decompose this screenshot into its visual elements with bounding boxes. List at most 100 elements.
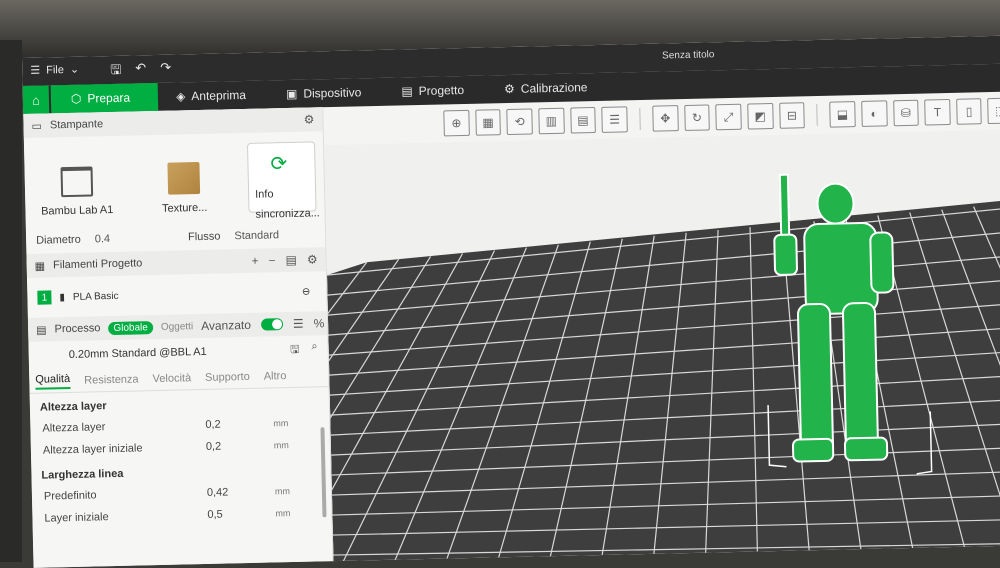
home-icon: ⌂ [31,92,41,108]
move-icon[interactable]: ✥ [652,105,679,132]
preset-name: 0.20mm Standard @BBL A1 [68,345,207,362]
hamburger-icon: ☰ [30,64,41,77]
text-icon[interactable]: T [924,98,951,126]
filament-number: 1 [37,290,52,305]
save-icon[interactable]: 🖫 [110,61,122,83]
param-value-input[interactable]: 0,5 [207,509,223,521]
filament-item[interactable]: 1 ▮ PLA Basic ⊖ [27,271,327,318]
list-icon[interactable]: ☰ [293,317,304,331]
search-icon[interactable]: ⌕ [311,340,318,359]
param-value-input[interactable]: 0,2 [205,419,221,431]
build-plate-scene [324,173,1000,566]
sidebar: ▭ Stampante ⚙ Bambu Lab A1 Texture... ⟳ … [23,107,334,568]
project-icon: ▤ [401,84,413,99]
tab-progetto[interactable]: ▤ Progetto [383,75,486,105]
param-label: Altezza layer iniziale [42,442,143,457]
diameter-select[interactable]: 0.4 [95,233,111,245]
tab-label: Dispositivo [303,85,362,101]
plate-label: Texture... [161,201,208,215]
save-preset-icon[interactable]: 🖫 [290,340,300,359]
grid-line [334,559,1000,565]
tab-anteprima[interactable]: ◈ Anteprima [158,80,269,110]
param-unit: mm [274,486,291,497]
tab-label: Progetto [418,82,465,99]
plate-card[interactable]: Texture... [140,143,229,215]
subtab-resistenza[interactable]: Resistenza [84,373,139,386]
calibration-icon: ⚙ [503,81,515,97]
advanced-switch[interactable] [260,318,284,331]
redo-icon[interactable]: ↷ [160,60,171,82]
3d-viewport[interactable] [324,129,1000,566]
filament-edit-icon[interactable]: ⊖ [302,286,311,297]
paint-support-icon[interactable]: ⬓ [829,101,856,128]
process-icon: ▤ [36,324,47,337]
home-button[interactable]: ⌂ [22,85,50,114]
cut-icon[interactable]: ⊟ [778,102,805,129]
sync-label-2: sincronizza... [255,207,320,221]
filament-name: PLA Basic [72,290,119,303]
file-menu-label: File [46,63,65,76]
rotate-icon[interactable]: ↻ [683,104,711,131]
toolbar-divider [816,103,818,126]
flow-label: Flusso [187,230,221,244]
tab-calibrazione[interactable]: ⚙ Calibrazione [486,73,610,104]
sync-icon: ⟳ [270,153,288,176]
subtab-supporto[interactable]: Supporto [205,370,250,383]
printer-section-title: Stampante [49,118,104,132]
printer-model-icon [60,166,93,198]
advanced-label: Avanzato [200,317,252,334]
auto-orient-icon[interactable]: ⟲ [506,108,533,136]
chevron-down-icon: ⌄ [69,63,80,76]
process-section-title: Processo [54,322,101,336]
param-label: Layer iniziale [44,511,109,525]
param-value-input[interactable]: 0,2 [206,441,222,453]
sync-label-1: Info [255,188,274,201]
toolbar-divider [639,107,641,131]
global-toggle[interactable]: Globale [108,320,154,335]
split-icon[interactable]: ▤ [569,107,597,134]
add-plate-icon[interactable]: ▦ [474,109,502,136]
param-value-input[interactable]: 0,42 [207,486,229,498]
tab-label: Calibrazione [520,80,588,96]
compare-icon[interactable]: % [314,316,325,330]
color-paint-icon[interactable]: ⛁ [892,99,919,127]
filament-type-icon: ▮ [59,291,66,303]
flow-select[interactable]: Standard [234,229,279,242]
sync-filament-icon[interactable]: ▤ [285,253,297,267]
arrange-icon[interactable]: ▥ [538,107,565,135]
app-window: ☰ File ⌄ 🖫 ↶ ↷ Senza titolo ⌂ ⬡ Prepara … [22,35,1000,568]
remove-filament-icon[interactable]: − [268,253,275,267]
layers-list-icon[interactable]: ☰ [601,106,628,133]
tab-label: Prepara [87,90,131,106]
paint-seam-icon[interactable]: ◐ [861,100,888,127]
subtab-altro[interactable]: Altro [264,370,287,383]
tab-prepara[interactable]: ⬡ Prepara [50,82,159,114]
param-unit: mm [273,418,289,429]
lay-on-face-icon[interactable]: ◩ [747,102,774,130]
tab-dispositivo[interactable]: ▣ Dispositivo [268,78,384,109]
subtab-velocita[interactable]: Velocità [152,372,191,385]
filament-settings-icon[interactable]: ⚙ [307,252,318,266]
settings-icon[interactable]: ⚙ [304,112,315,126]
add-object-icon[interactable]: ⊕ [443,109,470,137]
subtab-qualita[interactable]: Qualità [35,372,71,390]
file-menu[interactable]: ☰ File ⌄ [30,63,79,77]
param-unit: mm [275,508,291,519]
cube-icon: ⬡ [70,91,82,106]
assembly-icon[interactable]: ⬚ [987,97,1000,125]
add-filament-icon[interactable]: + [251,254,258,268]
layers-icon: ◈ [175,89,186,104]
diameter-label: Diametro [36,233,81,247]
param-label: Altezza layer [42,421,106,435]
undo-icon[interactable]: ↶ [135,60,146,82]
printer-card[interactable]: Bambu Lab A1 [32,146,121,218]
filament-icon: ▦ [34,260,46,273]
param-unit: mm [273,440,289,451]
measure-icon[interactable]: ▯ [955,98,983,125]
scale-icon[interactable]: ⤢ [715,103,742,131]
screen-bezel-left [0,40,22,562]
window-title: Senza titolo [661,49,715,62]
device-icon: ▣ [285,86,298,102]
sync-info-button[interactable]: ⟳ Info sincronizza... [246,141,320,221]
objects-toggle[interactable]: Oggetti [161,321,193,333]
